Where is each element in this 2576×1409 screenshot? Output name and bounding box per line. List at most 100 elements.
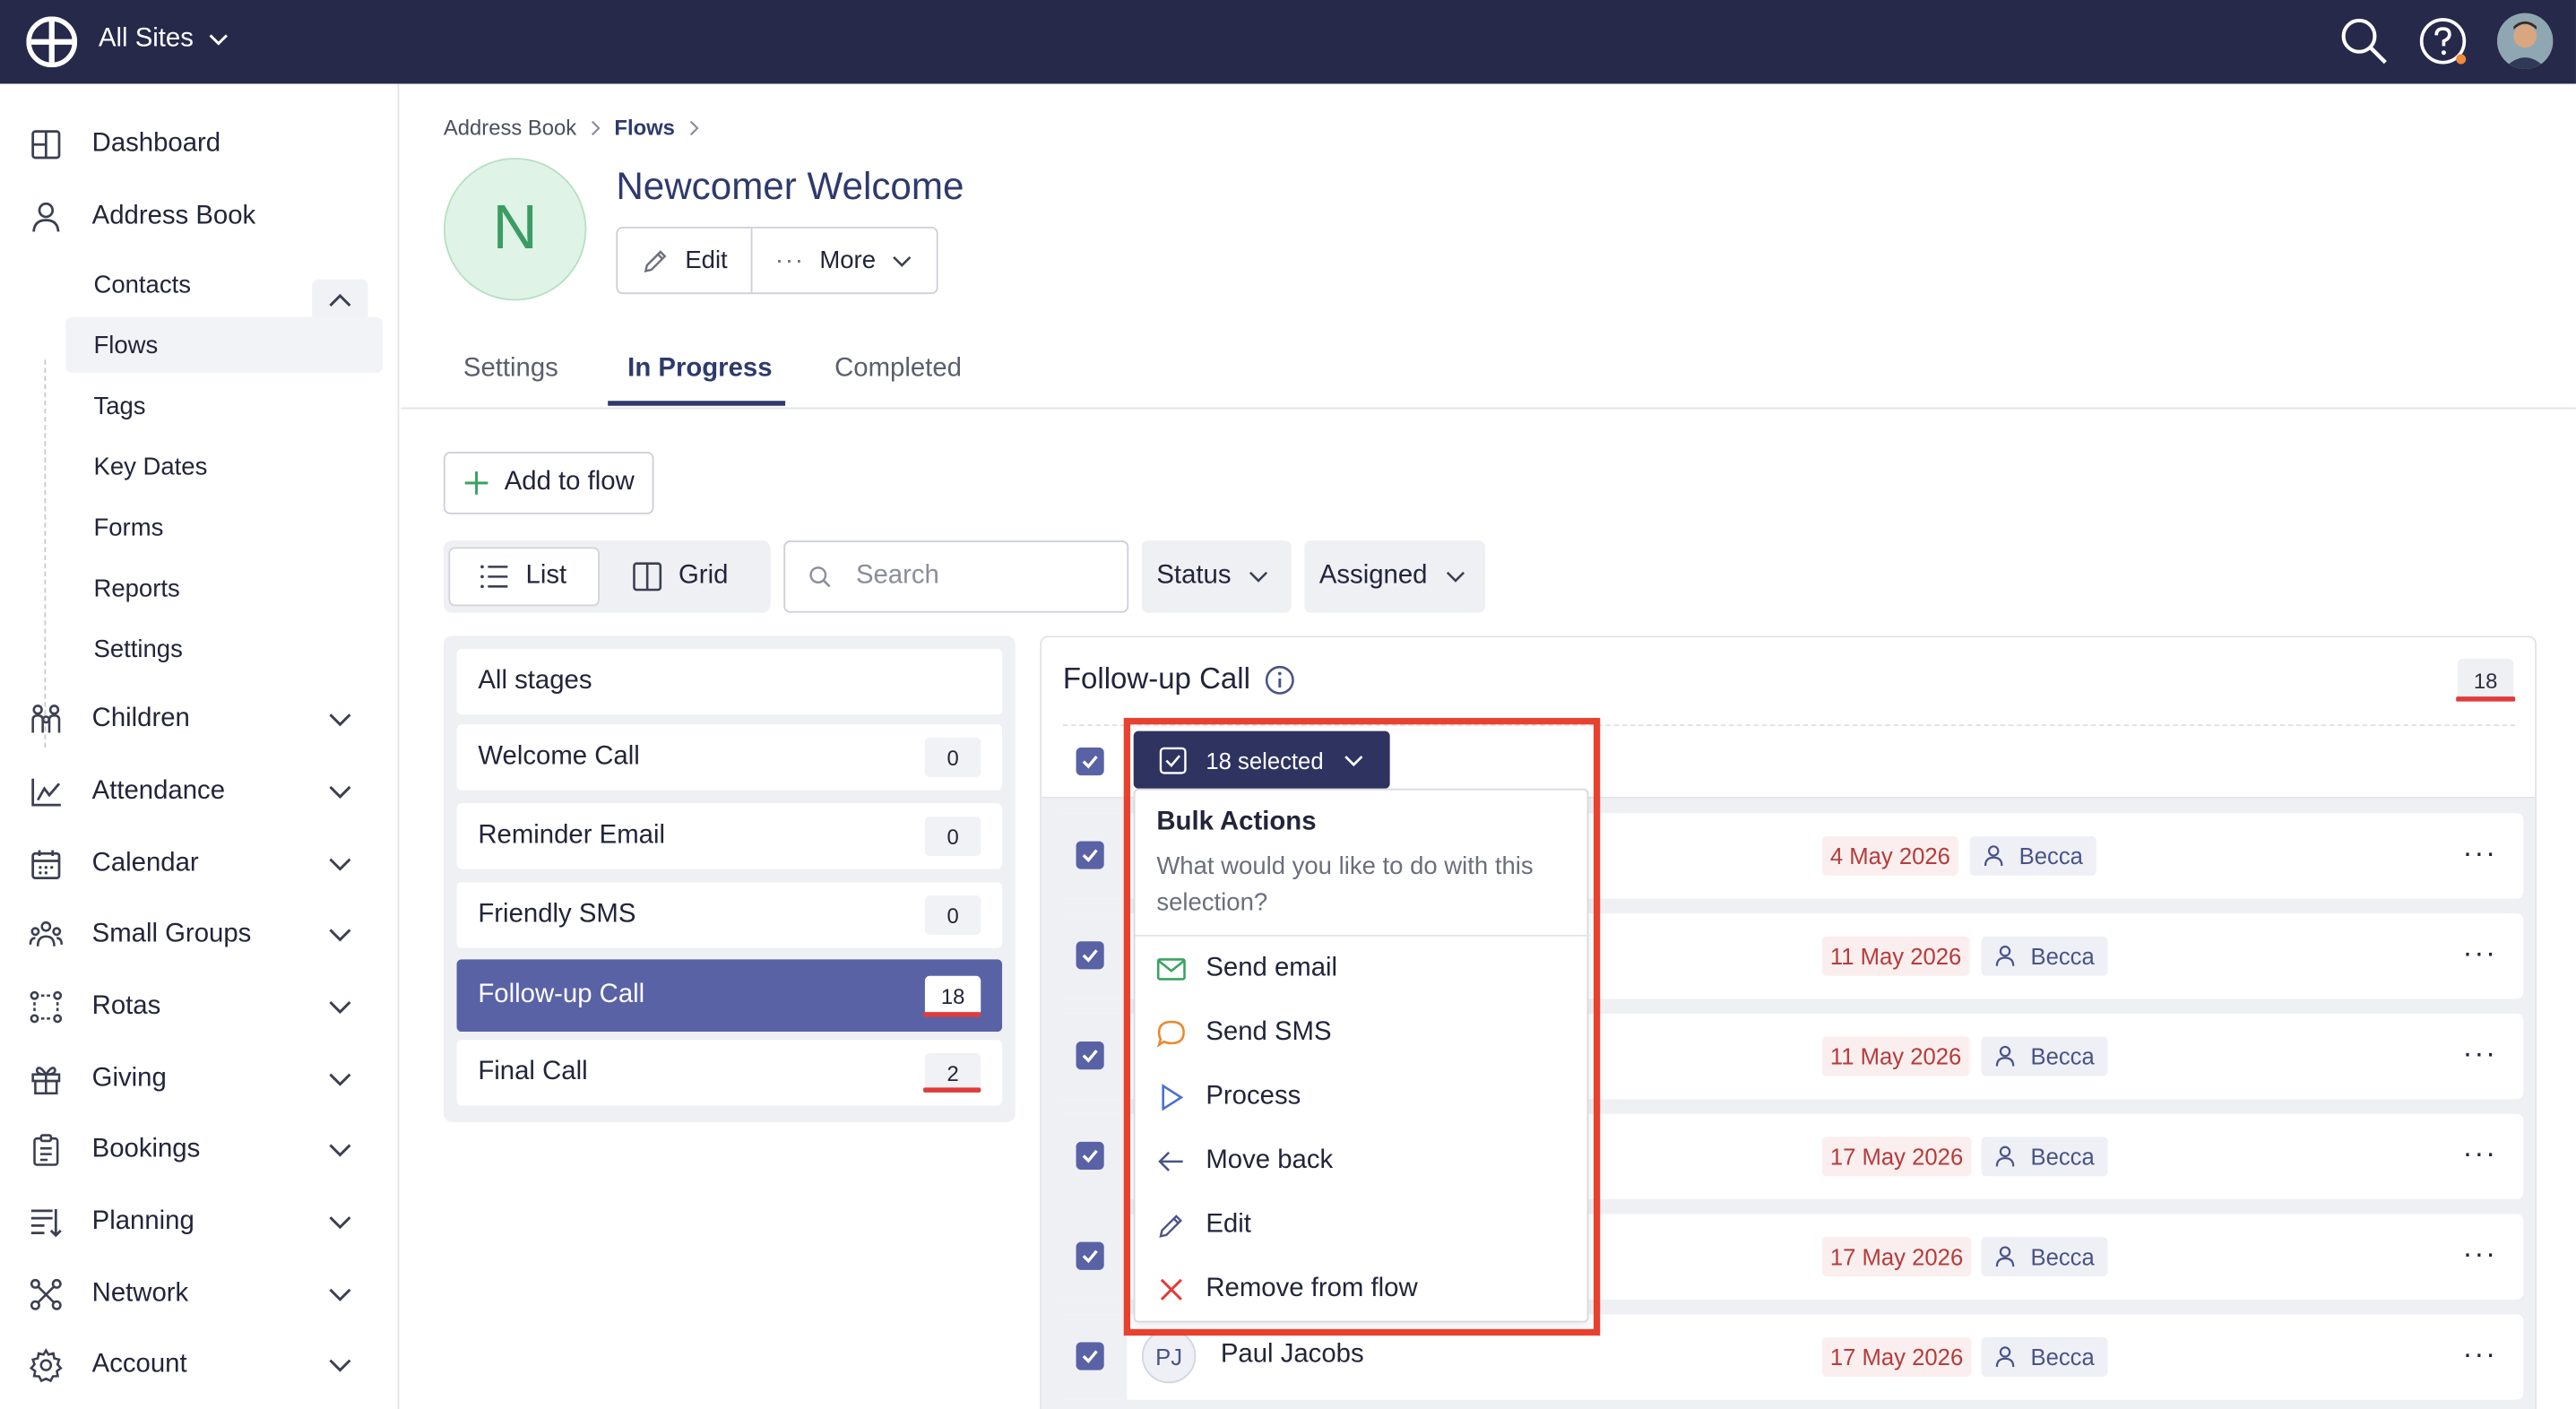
tab-completed[interactable]: Completed	[834, 355, 962, 385]
stage-item[interactable]: Welcome Call 0	[456, 724, 1003, 791]
sidebar-item-calendar[interactable]: Calendar	[0, 831, 399, 896]
sidebar-subitem-reports[interactable]: Reports	[65, 560, 383, 616]
sidebar-item-giving[interactable]: Giving	[0, 1047, 399, 1112]
more-button[interactable]: ··· More	[752, 229, 937, 292]
table-row[interactable]: PJ Paul Jacobs 17 May 2026 Becca ···	[1056, 1314, 2524, 1400]
gear-icon	[29, 1348, 63, 1383]
sidebar-item-label: Rotas	[91, 992, 161, 1021]
remove-from-flow-action[interactable]: Remove from flow	[1156, 1265, 1418, 1314]
checkmark-icon	[1082, 1350, 1098, 1364]
sidebar-subitem-tags[interactable]: Tags	[65, 378, 383, 434]
sidebar-item-children[interactable]: Children	[0, 687, 399, 752]
sidebar-item-address-book[interactable]: Address Book	[0, 184, 399, 249]
row-menu-button[interactable]: ···	[2463, 1137, 2497, 1171]
row-checkbox[interactable]	[1076, 1241, 1104, 1270]
sidebar-subitem-key-dates[interactable]: Key Dates	[65, 438, 383, 494]
logo-icon[interactable]	[26, 16, 78, 68]
site-selector[interactable]: All Sites	[99, 24, 229, 54]
sidebar-subitem-settings[interactable]: Settings	[65, 621, 383, 677]
planning-icon	[30, 1209, 62, 1238]
person-icon	[1984, 845, 2003, 866]
stage-item[interactable]: Friendly SMS 0	[456, 882, 1003, 948]
sidebar-item-attendance[interactable]: Attendance	[0, 759, 399, 825]
grid-view-button[interactable]: Grid	[603, 547, 767, 606]
chevron-down-icon	[209, 34, 228, 46]
mail-icon	[1156, 958, 1186, 981]
site-selector-label: All Sites	[98, 24, 194, 53]
sidebar-subitem-flows[interactable]: Flows	[65, 316, 384, 374]
stage-name: All stages	[478, 667, 592, 696]
calendar-icon	[31, 850, 61, 880]
assignee-badge[interactable]: Becca	[1981, 936, 2108, 976]
row-menu-button[interactable]: ···	[2463, 937, 2497, 971]
select-all-checkbox[interactable]	[1076, 747, 1104, 776]
status-filter[interactable]: Status	[1141, 540, 1292, 613]
sidebar-subitem-label: Contacts	[93, 270, 191, 298]
user-avatar[interactable]	[2497, 13, 2554, 69]
sidebar-item-small-groups[interactable]: Small Groups	[0, 902, 399, 967]
row-checkbox[interactable]	[1076, 941, 1104, 970]
send-email-action[interactable]: Send email	[1156, 945, 1337, 994]
send-sms-action[interactable]: Send SMS	[1156, 1008, 1332, 1058]
sidebar-item-dashboard[interactable]: Dashboard	[0, 112, 399, 177]
view-toggle: List Grid	[443, 540, 771, 613]
search-input[interactable]: Search	[783, 540, 1129, 613]
flow-actions: Edit ··· More	[616, 226, 938, 295]
more-button-label: More	[819, 246, 877, 275]
breadcrumb-flows[interactable]: Flows	[614, 115, 675, 139]
due-date-badge: 4 May 2026	[1821, 835, 1959, 876]
info-icon[interactable]	[1264, 663, 1297, 696]
assignee-badge[interactable]: Becca	[1969, 835, 2096, 876]
row-menu-button[interactable]: ···	[2463, 1037, 2497, 1071]
assignee-badge[interactable]: Becca	[1981, 1336, 2108, 1377]
sidebar-item-label: Small Groups	[91, 920, 252, 948]
sidebar-item-account[interactable]: Account	[0, 1332, 399, 1397]
edit-action[interactable]: Edit	[1156, 1201, 1251, 1250]
sidebar-item-rotas[interactable]: Rotas	[0, 974, 399, 1040]
sidebar-item-label: Network	[91, 1279, 189, 1308]
assignee-badge[interactable]: Becca	[1981, 1036, 2108, 1076]
row-menu-button[interactable]: ···	[2463, 836, 2497, 870]
search-icon[interactable]	[2339, 16, 2389, 65]
contact-name[interactable]: Paul Jacobs	[1221, 1341, 1364, 1370]
tab-in-progress[interactable]: In Progress	[627, 355, 772, 385]
assignee-name: Becca	[2030, 1143, 2095, 1171]
chevron-down-icon	[329, 1359, 351, 1372]
sidebar-item-label: Dashboard	[91, 129, 221, 158]
list-view-button[interactable]: List	[448, 547, 601, 607]
row-checkbox[interactable]	[1076, 1342, 1104, 1370]
stage-all[interactable]: All stages	[456, 648, 1003, 715]
row-menu-button[interactable]: ···	[2463, 1337, 2497, 1371]
stage-name: Welcome Call	[478, 742, 640, 771]
stage-item[interactable]: Reminder Email 0	[456, 803, 1003, 869]
due-date-badge: 17 May 2026	[1821, 1336, 1972, 1377]
assignee-badge[interactable]: Becca	[1981, 1137, 2108, 1177]
help-icon[interactable]	[2418, 16, 2468, 65]
row-checkbox[interactable]	[1076, 1141, 1104, 1171]
row-menu-button[interactable]: ···	[2463, 1237, 2497, 1271]
stage-item-active[interactable]: Follow-up Call 18	[456, 959, 1003, 1033]
sidebar-subitem-forms[interactable]: Forms	[65, 499, 383, 555]
breadcrumb-address-book[interactable]: Address Book	[444, 115, 576, 139]
checkmark-icon	[1082, 755, 1098, 769]
row-checkbox[interactable]	[1076, 841, 1104, 869]
sidebar-item-bookings[interactable]: Bookings	[0, 1117, 399, 1182]
assigned-filter[interactable]: Assigned	[1304, 540, 1485, 613]
page-title: Newcomer Welcome	[616, 164, 964, 207]
edit-button[interactable]: Edit	[618, 229, 750, 292]
bulk-selection-button[interactable]: 18 selected	[1133, 730, 1390, 789]
move-back-action[interactable]: Move back	[1156, 1137, 1333, 1186]
sidebar-item-network[interactable]: Network	[0, 1262, 399, 1327]
pencil-icon	[1159, 1215, 1182, 1238]
tab-settings[interactable]: Settings	[463, 355, 558, 385]
process-action[interactable]: Process	[1156, 1073, 1301, 1122]
panel-title-text: Follow-up Call	[1062, 661, 1250, 696]
assignee-badge[interactable]: Becca	[1981, 1237, 2108, 1277]
sidebar-item-planning[interactable]: Planning	[0, 1189, 399, 1255]
add-to-flow-button[interactable]: Add to flow	[443, 452, 654, 514]
chevron-right-icon	[689, 119, 699, 135]
stage-item[interactable]: Final Call 2	[456, 1040, 1003, 1106]
action-label: Send SMS	[1206, 1018, 1332, 1047]
row-checkbox[interactable]	[1076, 1042, 1104, 1070]
sidebar-subitem-contacts[interactable]: Contacts	[65, 256, 383, 312]
